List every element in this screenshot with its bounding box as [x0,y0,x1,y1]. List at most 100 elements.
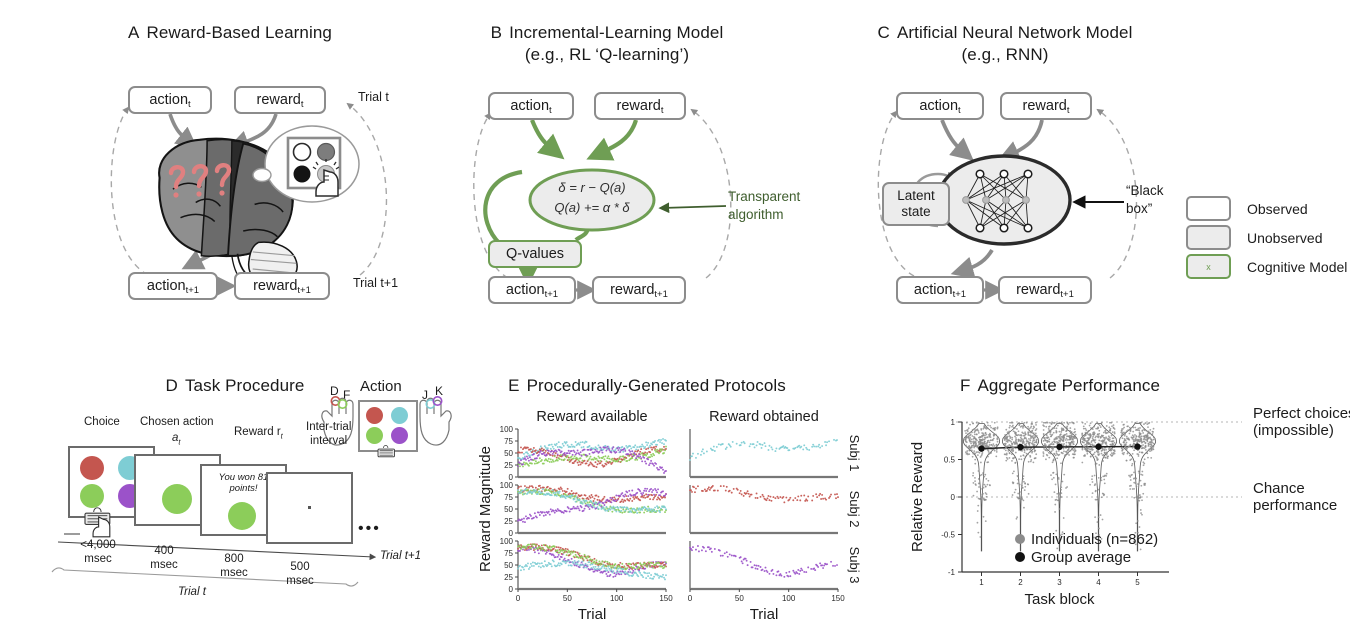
f-individual-point [1022,434,1025,437]
f-individual-point [1105,472,1108,475]
panel-b-node-qvalues: Q-values [488,240,582,268]
f-individual-point [1017,492,1020,495]
f-individual-point [996,437,999,440]
f-individual-point [1105,443,1108,445]
f-ylabel: Relative Reward [909,442,926,552]
panel-e-subplot-2-2 [689,484,839,535]
f-individual-point [1129,428,1132,431]
f-individual-point [1149,436,1151,439]
f-individual-point [1057,450,1060,452]
duration-choice: <4,000 msec [68,538,128,567]
f-individual-point [1131,462,1134,465]
f-individual-point [1009,424,1011,427]
f-individual-point [1020,491,1022,493]
f-individual-point [1139,494,1141,496]
f-individual-point [1025,452,1028,455]
f-individual-point [1031,450,1034,453]
f-individual-point [990,443,993,446]
f-individual-point [979,461,982,464]
f-xtick: 3 [1057,578,1062,587]
f-individual-point [1122,423,1125,426]
f-individual-point [1083,445,1085,448]
f-individual-point [1022,432,1025,435]
f-individual-point [1142,444,1144,446]
f-individual-point [1081,447,1084,450]
f-individual-point [1023,443,1026,446]
f-individual-point [1069,443,1072,445]
f-individual-point [1021,484,1023,487]
f-individual-point [1151,433,1154,435]
f-individual-point [1011,425,1013,428]
f-individual-point [1090,440,1093,442]
f-individual-point [974,462,977,465]
f-individual-point [1042,434,1045,436]
f-individual-point [1074,430,1077,433]
f-individual-point [1131,444,1134,447]
f-individual-point [1058,453,1061,456]
f-individual-point [1132,440,1135,443]
f-individual-point [975,455,977,458]
e-ytick: 50 [504,449,513,458]
f-individual-point [1141,470,1144,473]
f-individual-point [1011,472,1014,475]
f-individual-point [1144,442,1147,445]
f-individual-point [1146,437,1149,440]
f-individual-point [977,482,980,485]
f-individual-point [969,436,971,439]
f-individual-point [1073,437,1076,440]
f-individual-point [1141,499,1143,502]
f-individual-point [986,483,989,486]
f-individual-point [1086,446,1089,449]
f-individual-point [1152,427,1155,430]
f-individual-point [1151,445,1154,448]
f-individual-point [1099,437,1102,439]
f-individual-point [1131,464,1133,467]
f-individual-point [1058,493,1061,496]
f-individual-point [1049,421,1051,424]
f-individual-point [977,497,980,500]
f-individual-point [1121,448,1124,451]
legend-row-unobserved: Unobserved [1186,225,1347,250]
f-individual-point [1133,460,1136,463]
f-individual-point [980,454,983,457]
f-individual-point [1027,460,1030,463]
f-individual-point [990,426,993,429]
f-individual-point [1014,447,1017,450]
f-individual-point [1027,492,1030,495]
f-individual-point [1060,486,1063,489]
f-individual-point [1051,427,1054,430]
duration-unit: msec [84,553,112,566]
f-individual-point [1045,458,1047,461]
panel-e-subplot-2-1: 0255075100 [500,481,667,538]
f-individual-point [1043,443,1046,445]
f-individual-point [1024,482,1027,485]
node-sub: t [958,104,961,116]
f-individual-point [1124,447,1127,449]
f-individual-point [1107,435,1110,438]
f-individual-point [1010,421,1013,424]
e-ytick: 100 [500,481,514,490]
f-individual-point [1006,431,1009,434]
f-individual-point [1058,492,1061,494]
f-individual-point [1070,441,1073,444]
f-individual-point [1025,421,1028,424]
f-individual-point [1128,432,1131,435]
legend-label-observed: Observed [1247,200,1308,217]
f-individual-point [1014,442,1017,445]
f-individual-point [1051,478,1054,481]
f-individual-point [965,421,968,424]
f-individual-point [1063,442,1065,445]
f-individual-point [1090,426,1092,429]
panel-c-title-text: Artificial Neural Network Model [896,23,1133,42]
f-individual-point [965,435,968,438]
f-individual-point [983,425,986,428]
f-individual-point [1130,484,1132,487]
f-individual-point [1024,433,1027,436]
f-individual-point [972,494,975,497]
duration-value: 400 [154,545,174,557]
f-individual-point [1029,454,1032,457]
f-individual-point [1014,462,1017,464]
timeline-trial-brace-label: Trial t [178,586,206,598]
f-individual-point [1032,432,1035,435]
f-individual-point [1034,432,1037,435]
